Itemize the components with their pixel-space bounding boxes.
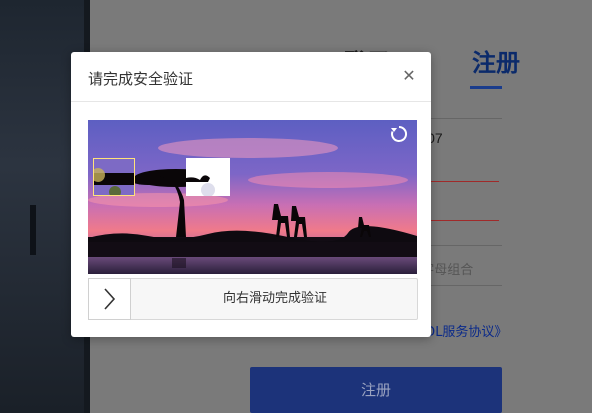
slider-handle[interactable] [88,278,131,320]
tab-register[interactable]: 注册 [472,43,520,78]
puzzle-slot-shape [186,175,215,197]
security-verification-modal: 请完成安全验证 ✕ 向右滑动完成验证 [71,52,431,337]
puzzle-slot [186,158,230,197]
puzzle-piece[interactable] [93,158,135,196]
puzzle-piece-shape [94,159,134,195]
tab-active-underline [470,86,502,89]
modal-title: 请完成安全验证 [88,70,194,88]
chevron-right-icon [104,288,116,310]
sunset-scene [88,120,417,274]
captcha-image [88,120,417,274]
register-button[interactable]: 注册 [250,367,502,413]
refresh-icon[interactable] [389,124,409,144]
side-bar-mark [30,205,36,255]
slider-hint: 向右滑动完成验证 [222,291,327,306]
modal-header: 请完成安全验证 ✕ [71,52,431,102]
close-icon[interactable]: ✕ [401,67,417,85]
captcha-slider[interactable]: 向右滑动完成验证 [88,278,418,320]
